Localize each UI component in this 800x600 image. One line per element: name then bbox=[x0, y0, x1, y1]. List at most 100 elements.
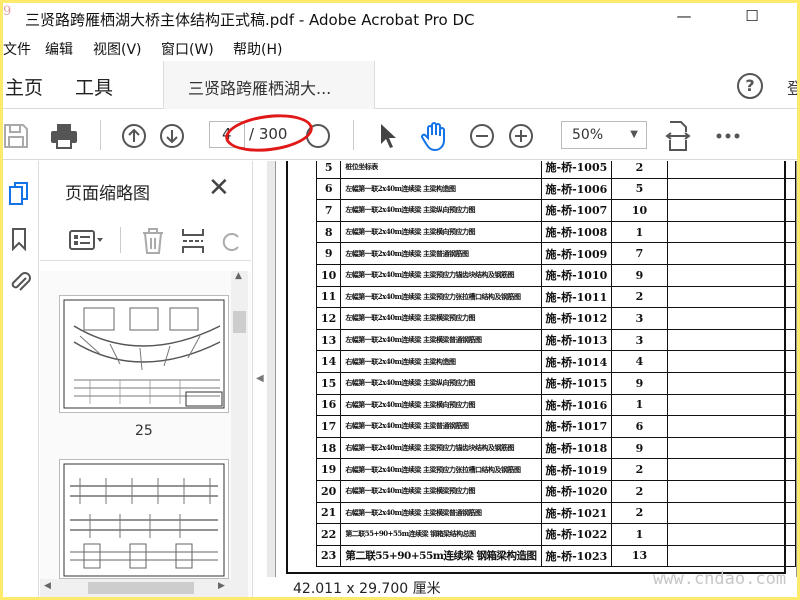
table-row: 19 右幅第一联2x40m连续梁 主梁预应力张拉槽口结构及钢筋图 施-桥-1019 2 bbox=[315, 458, 797, 481]
print-icon[interactable] bbox=[49, 122, 79, 150]
page-thumbnails-icon[interactable] bbox=[8, 181, 30, 207]
pdf-page: 5 桩位坐标表 施-桥-1005 2 6 左幅第一联2x40m连续梁 主梁构造图 施-桥-1… bbox=[275, 161, 797, 577]
drawing-name: 左幅第一联2x40m连续梁 主梁预应力张拉槽口结构及钢筋图 bbox=[340, 285, 542, 309]
thumbnail-vertical-scrollbar[interactable]: ▲ bbox=[231, 271, 248, 597]
minimize-button[interactable]: — bbox=[669, 7, 699, 29]
toolbar-separator bbox=[120, 227, 121, 253]
row-number: 12 bbox=[315, 307, 342, 330]
menu-window[interactable]: 窗口(W) bbox=[161, 39, 214, 59]
more-options-icon[interactable] bbox=[715, 132, 741, 140]
scrollbar-thumb[interactable] bbox=[233, 311, 246, 333]
thumbnails-panel: 页面缩略图 ✕ 25 ▲ ◀ ▶ bbox=[40, 161, 251, 597]
drawing-name: 左幅第一联2x40m连续梁 主梁横向预应力图 bbox=[340, 220, 542, 244]
zoom-out-icon[interactable] bbox=[469, 123, 495, 149]
scroll-left-icon[interactable]: ◀ bbox=[44, 581, 51, 591]
close-icon[interactable]: ✕ bbox=[208, 173, 230, 203]
document-view[interactable]: 5 桩位坐标表 施-桥-1005 2 6 左幅第一联2x40m连续梁 主梁构造图 施-桥-1… bbox=[267, 161, 797, 577]
drawing-code: 施-桥-1012 bbox=[540, 307, 613, 330]
drawing-code: 施-桥-1018 bbox=[540, 436, 613, 460]
sheet-count: 4 bbox=[611, 350, 668, 373]
select-cursor-icon[interactable] bbox=[377, 122, 399, 150]
row-number: 21 bbox=[315, 501, 342, 525]
sign-in-button[interactable]: 登 bbox=[787, 75, 797, 99]
sheet-count: 2 bbox=[611, 161, 668, 179]
drawing-name: 左幅第一联2x40m连续梁 主梁普通钢筋图 bbox=[340, 242, 542, 265]
table-row: 20 右幅第一联2x40m连续梁 主梁横梁预应力图 施-桥-1020 2 bbox=[315, 479, 797, 503]
sheet-count: 2 bbox=[611, 285, 668, 309]
toolbar-separator bbox=[100, 120, 101, 150]
note-cell bbox=[666, 161, 797, 179]
sheet-count: 9 bbox=[611, 263, 668, 287]
sheet-count: 9 bbox=[611, 436, 668, 460]
help-icon[interactable]: ? bbox=[737, 73, 763, 99]
menu-view[interactable]: 视图(V) bbox=[93, 39, 142, 59]
note-cell bbox=[666, 393, 797, 417]
drawing-code: 施-桥-1011 bbox=[540, 285, 613, 309]
tab-home[interactable]: 主页 bbox=[5, 73, 43, 100]
scrollbar-thumb[interactable] bbox=[88, 582, 194, 594]
row-number: 19 bbox=[315, 458, 342, 481]
note-cell bbox=[666, 263, 797, 287]
main-toolbar: 4 / 300 50% ▼ bbox=[3, 109, 797, 160]
zoom-level-select[interactable]: 50% ▼ bbox=[561, 121, 647, 149]
row-number: 9 bbox=[315, 242, 342, 265]
tab-tools[interactable]: 工具 bbox=[75, 73, 113, 100]
note-cell bbox=[666, 199, 797, 222]
table-row: 10 左幅第一联2x40m连续梁 主梁预应力锚齿块结构及钢筋图 施-桥-1010 9 bbox=[315, 263, 797, 287]
save-icon[interactable] bbox=[3, 123, 29, 149]
sheet-count: 2 bbox=[611, 479, 668, 503]
row-number: 15 bbox=[315, 371, 342, 395]
maximize-button[interactable]: ☐ bbox=[737, 7, 767, 29]
row-number: 11 bbox=[315, 285, 342, 309]
sheet-count: 1 bbox=[611, 523, 668, 546]
hand-tool-icon[interactable] bbox=[419, 120, 451, 152]
toolbar-separator bbox=[353, 120, 354, 150]
thumbnail-options-icon[interactable] bbox=[68, 229, 106, 251]
drawing-code: 施-桥-1009 bbox=[540, 242, 613, 265]
tab-document[interactable]: 三贤路跨雁栖湖大... bbox=[163, 61, 375, 109]
zoom-in-icon[interactable] bbox=[508, 123, 534, 149]
note-cell bbox=[666, 479, 797, 503]
page-thumbnail[interactable] bbox=[59, 459, 229, 579]
panel-title: 页面缩略图 bbox=[65, 184, 150, 204]
drawing-code: 施-桥-1005 bbox=[540, 161, 613, 179]
note-cell bbox=[666, 328, 797, 352]
tab-document-label: 三贤路跨雁栖湖大... bbox=[188, 79, 332, 98]
note-cell bbox=[666, 177, 797, 201]
table-row: 8 左幅第一联2x40m连续梁 主梁横向预应力图 施-桥-1008 1 bbox=[315, 220, 797, 244]
scroll-right-icon[interactable]: ▶ bbox=[218, 581, 225, 591]
menu-file[interactable]: 文件 bbox=[3, 39, 31, 59]
panel-splitter[interactable]: ◀ bbox=[252, 161, 266, 597]
drawing-code: 施-桥-1022 bbox=[540, 523, 613, 546]
chevron-down-icon: ▼ bbox=[630, 129, 638, 140]
drawing-name: 右幅第一联2x40m连续梁 主梁构造图 bbox=[340, 350, 542, 373]
thumbnail-horizontal-scrollbar[interactable]: ◀ ▶ bbox=[40, 579, 231, 597]
drawing-name: 左幅第一联2x40m连续梁 主梁预应力锚齿块结构及钢筋图 bbox=[340, 263, 542, 287]
table-row: 12 左幅第一联2x40m连续梁 主梁横梁预应力图 施-桥-1012 3 bbox=[315, 307, 797, 330]
menu-edit[interactable]: 编辑 bbox=[45, 39, 73, 59]
rotate-icon[interactable] bbox=[222, 229, 242, 253]
bookmark-icon[interactable] bbox=[11, 227, 27, 251]
fit-page-icon[interactable] bbox=[665, 120, 691, 152]
tab-row: 主页 工具 三贤路跨雁栖湖大... ? 登 bbox=[3, 61, 797, 109]
previous-page-icon[interactable] bbox=[121, 123, 147, 149]
page-thumbnail[interactable] bbox=[59, 295, 229, 413]
drawing-code: 施-桥-1016 bbox=[540, 393, 613, 417]
attachment-icon[interactable] bbox=[9, 269, 31, 295]
sheet-count: 2 bbox=[611, 458, 668, 481]
thumbnail-list: 25 ▲ ◀ ▶ bbox=[40, 271, 251, 597]
row-number: 16 bbox=[315, 393, 342, 417]
trash-icon[interactable] bbox=[140, 227, 166, 255]
row-number: 10 bbox=[315, 263, 342, 287]
row-number: 6 bbox=[315, 177, 342, 201]
extract-pages-icon[interactable] bbox=[180, 227, 206, 255]
scroll-up-icon[interactable]: ▲ bbox=[235, 271, 242, 281]
row-number: 13 bbox=[315, 328, 342, 352]
table-row: 9 左幅第一联2x40m连续梁 主梁普通钢筋图 施-桥-1009 7 bbox=[315, 242, 797, 265]
collapse-panel-icon[interactable]: ◀ bbox=[256, 373, 264, 384]
menu-help[interactable]: 帮助(H) bbox=[233, 39, 282, 59]
drawing-name: 右幅第一联2x40m连续梁 主梁预应力张拉槽口结构及钢筋图 bbox=[340, 458, 542, 481]
drawing-code: 施-桥-1013 bbox=[540, 328, 613, 352]
next-page-icon[interactable] bbox=[159, 123, 185, 149]
note-cell bbox=[666, 458, 797, 481]
